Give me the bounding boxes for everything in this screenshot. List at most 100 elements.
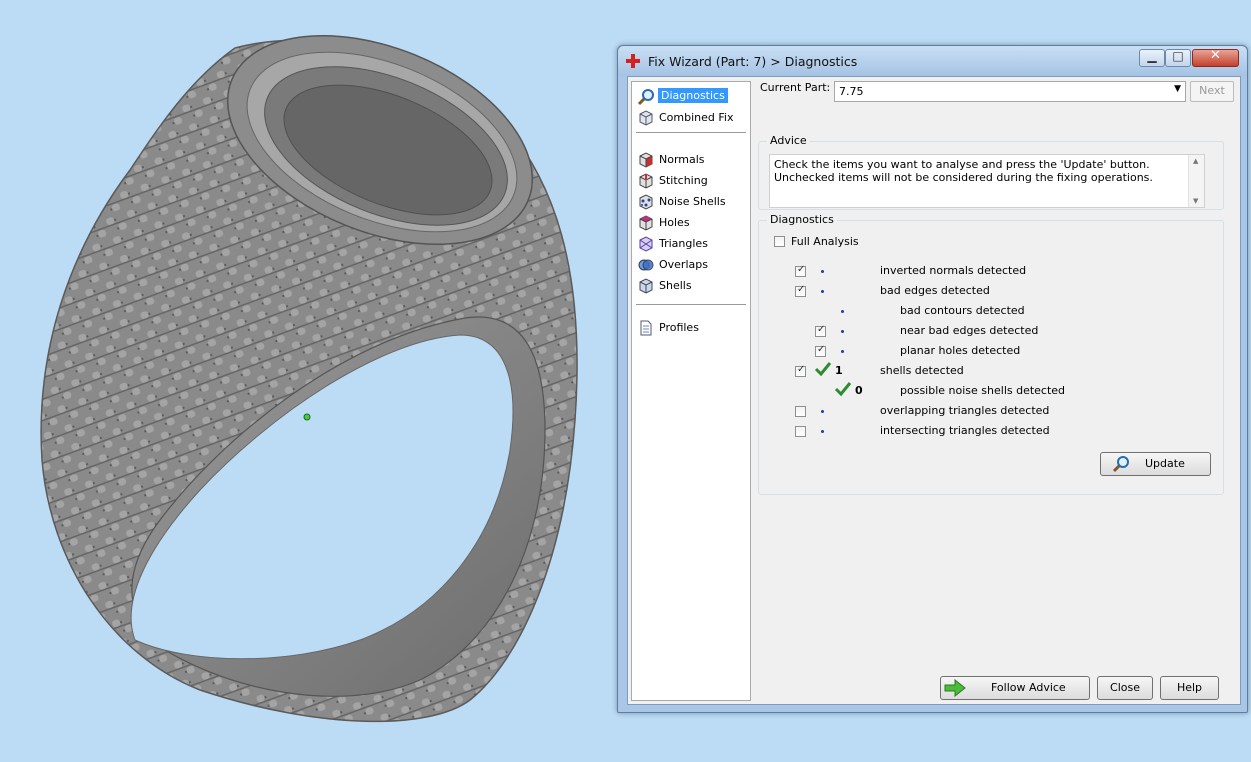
cube-icon <box>639 110 653 126</box>
nav-item-label: Normals <box>659 153 705 166</box>
status-dot <box>821 430 824 433</box>
status-dot <box>821 270 824 273</box>
inverted-normals-checkbox[interactable]: ✓ <box>795 264 806 277</box>
planar-holes-checkbox[interactable]: ✓ <box>815 344 826 357</box>
nav-item-profiles[interactable]: Profiles <box>636 318 748 338</box>
checkmark-icon: ✓ <box>797 364 806 375</box>
follow-advice-label: Follow Advice <box>991 681 1066 694</box>
window-title: Fix Wizard (Part: 7) > Diagnostics <box>648 54 858 69</box>
shells-checkbox[interactable]: ✓ <box>795 364 806 377</box>
bad-edges-checkbox[interactable]: ✓ <box>795 284 806 297</box>
maximize-icon: □ <box>1172 49 1184 63</box>
nav-item-label: Triangles <box>659 237 708 250</box>
nav-divider <box>636 132 746 133</box>
stitching-cube-icon <box>639 173 653 189</box>
minimize-icon: ▁ <box>1147 49 1157 63</box>
red-cross-icon <box>626 54 640 68</box>
nav-item-noise-shells[interactable]: Noise Shells <box>636 192 748 212</box>
nav-item-diagnostics[interactable]: Diagnostics <box>636 87 748 107</box>
overlapping-triangles-checkbox[interactable] <box>795 406 806 417</box>
status-dot <box>821 410 824 413</box>
full-analysis-checkbox[interactable] <box>774 236 785 247</box>
document-icon <box>640 320 652 336</box>
checkmark-icon: ✓ <box>797 264 806 275</box>
magnifier-icon <box>637 89 654 106</box>
intersecting-triangles-checkbox[interactable] <box>795 426 806 437</box>
triangles-icon <box>639 236 653 252</box>
minimize-button[interactable]: ▁ <box>1139 49 1165 67</box>
nav-item-normals[interactable]: Normals <box>636 150 748 170</box>
nav-item-label: Stitching <box>659 174 708 187</box>
diagnostics-group: Diagnostics Full Analysis ✓ inverted nor… <box>758 213 1224 495</box>
wizard-client-area: Diagnostics Combined Fix Normals Stitchi… <box>627 76 1241 705</box>
advice-text-box: Check the items you want to analyse and … <box>769 154 1205 208</box>
pivot-point-marker <box>303 413 311 421</box>
diagnostic-label: shells detected <box>880 364 964 377</box>
diagnostic-label: possible noise shells detected <box>900 384 1066 397</box>
green-arrow-icon <box>944 679 966 697</box>
nav-item-label: Shells <box>659 279 692 292</box>
status-dot <box>841 350 844 353</box>
wizard-nav-panel: Diagnostics Combined Fix Normals Stitchi… <box>631 81 751 701</box>
nav-item-label: Noise Shells <box>659 195 726 208</box>
scroll-up-icon[interactable]: ▲ <box>1193 157 1198 165</box>
nav-item-label: Combined Fix <box>659 111 734 124</box>
diagnostic-label: bad edges detected <box>880 284 990 297</box>
nav-item-label: Diagnostics <box>658 88 728 103</box>
fix-wizard-window: Fix Wizard (Part: 7) > Diagnostics ▁ □ ✕… <box>617 45 1248 713</box>
scroll-down-icon[interactable]: ▼ <box>1193 197 1198 205</box>
close-button[interactable]: Close <box>1097 676 1153 700</box>
help-button[interactable]: Help <box>1160 676 1219 700</box>
nav-item-label: Profiles <box>659 321 699 334</box>
nav-divider <box>636 304 746 305</box>
checkmark-icon: ✓ <box>797 284 806 295</box>
nav-item-label: Overlaps <box>659 258 708 271</box>
noise-shells-count: 0 <box>855 384 863 397</box>
status-dot <box>841 310 844 313</box>
current-part-value: 7.75 <box>839 85 864 98</box>
normals-cube-icon <box>639 152 653 168</box>
nav-item-shells[interactable]: Shells <box>636 276 748 296</box>
chevron-down-icon: ▼ <box>1174 84 1181 94</box>
maximize-button[interactable]: □ <box>1165 49 1191 67</box>
diagnostic-label: near bad edges detected <box>900 324 1039 337</box>
near-bad-edges-checkbox[interactable]: ✓ <box>815 324 826 337</box>
nav-item-combined-fix[interactable]: Combined Fix <box>636 108 748 128</box>
update-label: Update <box>1145 457 1185 470</box>
advice-scrollbar[interactable]: ▲ ▼ <box>1188 155 1204 207</box>
nav-item-overlaps[interactable]: Overlaps <box>636 255 748 275</box>
next-button[interactable]: Next <box>1190 81 1234 102</box>
ring-model[interactable] <box>0 0 615 762</box>
nav-item-triangles[interactable]: Triangles <box>636 234 748 254</box>
status-dot <box>841 330 844 333</box>
diagnostic-label: intersecting triangles detected <box>880 424 1050 437</box>
checkmark-icon: ✓ <box>817 324 826 335</box>
diagnostic-label: inverted normals detected <box>880 264 1027 277</box>
checkmark-icon: ✓ <box>817 344 826 355</box>
advice-group-title: Advice <box>767 134 810 147</box>
follow-advice-button[interactable]: Follow Advice <box>940 676 1090 700</box>
diagnostic-label: bad contours detected <box>900 304 1025 317</box>
diagnostics-group-title: Diagnostics <box>767 213 837 226</box>
nav-item-label: Holes <box>659 216 690 229</box>
shells-icon <box>639 278 653 294</box>
close-window-button[interactable]: ✕ <box>1192 48 1239 67</box>
green-check-icon <box>834 382 852 397</box>
advice-text: Check the items you want to analyse and … <box>774 158 1153 184</box>
title-bar[interactable]: Fix Wizard (Part: 7) > Diagnostics ▁ □ ✕ <box>618 46 1247 76</box>
diagnostic-label: overlapping triangles detected <box>880 404 1050 417</box>
overlaps-icon <box>638 259 654 271</box>
3d-viewport[interactable] <box>0 0 615 762</box>
current-part-dropdown[interactable]: 7.75 ▼ <box>834 81 1186 102</box>
nav-item-holes[interactable]: Holes <box>636 213 748 233</box>
magnifier-icon <box>1112 456 1129 473</box>
holes-cube-icon <box>639 215 653 231</box>
noise-shells-icon <box>639 194 653 210</box>
close-icon: ✕ <box>1210 48 1221 63</box>
green-check-icon <box>814 362 832 377</box>
full-analysis-label: Full Analysis <box>791 235 859 248</box>
current-part-label: Current Part: <box>760 81 831 94</box>
nav-item-stitching[interactable]: Stitching <box>636 171 748 191</box>
update-button[interactable]: Update <box>1100 452 1211 476</box>
advice-group: Advice Check the items you want to analy… <box>758 134 1224 210</box>
